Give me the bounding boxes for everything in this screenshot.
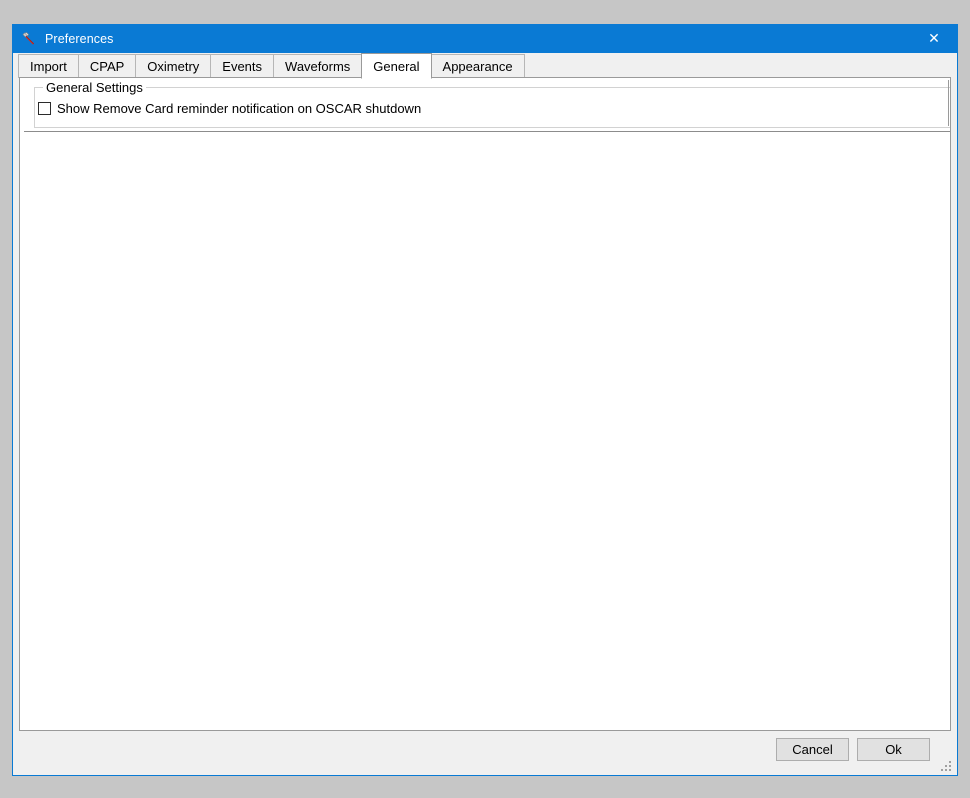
window-title: Preferences <box>45 32 114 46</box>
tab-label: Events <box>222 59 263 74</box>
close-button[interactable]: ✕ <box>911 25 957 53</box>
dialog-footer: Cancel Ok <box>13 731 957 775</box>
tab-label: Import <box>30 59 67 74</box>
tab-label: Waveforms <box>285 59 351 74</box>
tab-oximetry[interactable]: Oximetry <box>135 54 212 78</box>
remove-card-checkbox[interactable] <box>38 102 51 115</box>
resize-grip[interactable] <box>941 759 954 772</box>
close-icon: ✕ <box>928 31 940 47</box>
tab-cpap[interactable]: CPAP <box>77 54 137 78</box>
tab-general[interactable]: General <box>361 53 432 79</box>
tab-label: CPAP <box>89 59 125 74</box>
cancel-button[interactable]: Cancel <box>776 738 849 761</box>
tab-events[interactable]: Events <box>210 54 275 78</box>
tab-bar: Import CPAP Oximetry Events Waveforms Ge… <box>13 53 957 79</box>
tab-content-general: General Settings Show Remove Card remind… <box>19 77 951 731</box>
general-settings-group: General Settings Show Remove Card remind… <box>34 80 950 128</box>
tab-import[interactable]: Import <box>18 54 79 78</box>
dialog-button-row: Cancel Ok <box>776 738 930 761</box>
tab-appearance[interactable]: Appearance <box>430 54 525 78</box>
title-bar: Preferences ✕ <box>13 25 957 53</box>
group-legend: General Settings <box>43 80 146 95</box>
ok-button[interactable]: Ok <box>857 738 930 761</box>
tab-label: Appearance <box>442 59 513 74</box>
tab-label: General <box>373 59 420 74</box>
preferences-dialog: Preferences ✕ Import CPAP Oximetry Event… <box>12 24 958 776</box>
tab-label: Oximetry <box>147 59 200 74</box>
tab-waveforms[interactable]: Waveforms <box>273 54 363 78</box>
content-separator <box>24 131 950 132</box>
remove-card-option-row[interactable]: Show Remove Card reminder notification o… <box>38 101 421 116</box>
remove-card-label: Show Remove Card reminder notification o… <box>57 101 422 116</box>
wrench-icon <box>21 31 37 47</box>
group-frame-right-edge <box>948 80 949 126</box>
